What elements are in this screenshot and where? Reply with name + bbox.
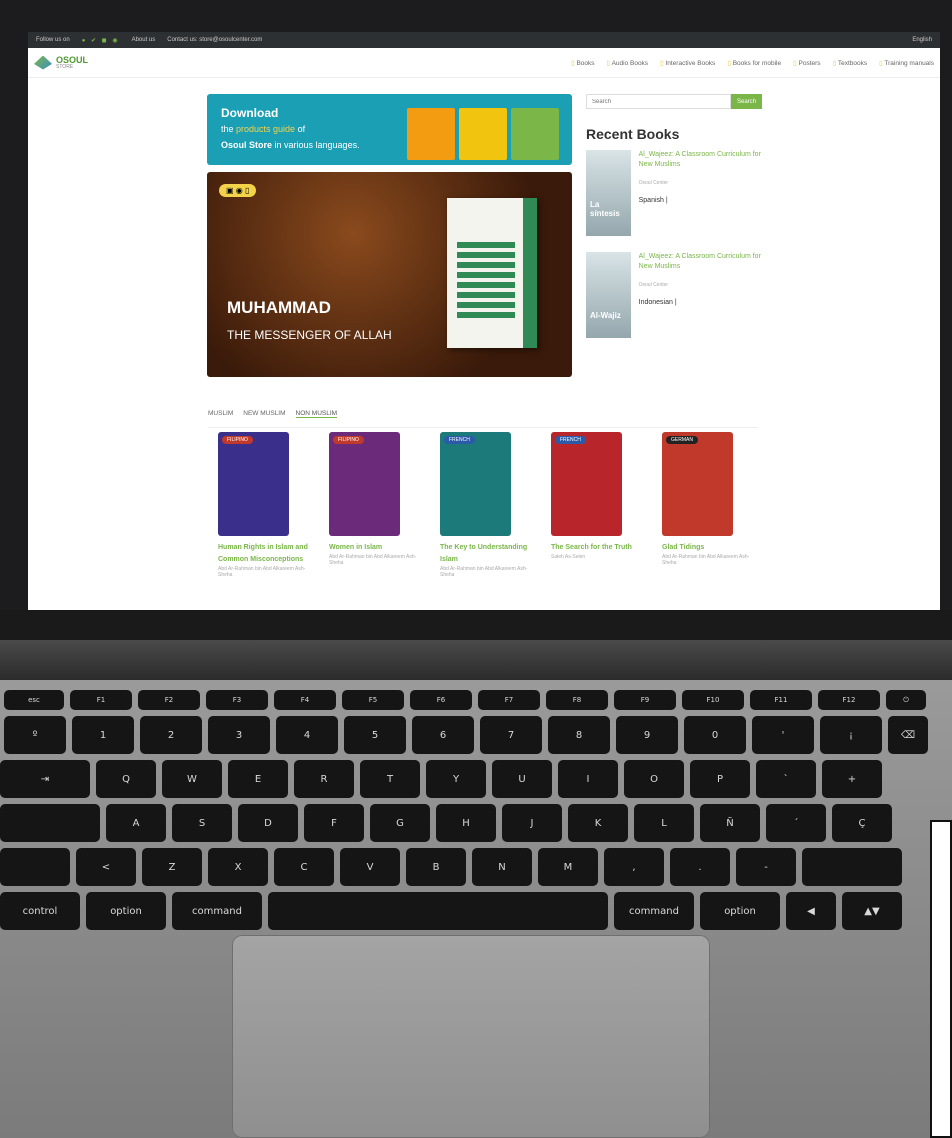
nav-books-mobile[interactable]: Books for mobile bbox=[727, 59, 781, 67]
book-card[interactable]: FRENCH The Search for the Truth Saleh As-S… bbox=[551, 432, 632, 578]
banner-line1: Download bbox=[221, 106, 279, 120]
book-title[interactable]: The Search for the Truth bbox=[551, 542, 641, 554]
book-title[interactable]: The Key to Understanding Islam bbox=[440, 542, 530, 566]
language-switch[interactable]: English bbox=[912, 37, 932, 43]
tabs-divider bbox=[208, 427, 758, 428]
book-title[interactable]: Glad Tidings bbox=[662, 542, 752, 554]
recent-book-lang: Spanish | bbox=[638, 197, 668, 204]
nav-interactive-books[interactable]: Interactive Books bbox=[660, 59, 715, 67]
recent-book-lang: Indonesian | bbox=[638, 299, 677, 306]
search-button[interactable]: Search bbox=[731, 94, 762, 109]
book-cover: FILIPINO bbox=[218, 432, 289, 536]
logo-icon bbox=[34, 55, 52, 70]
recent-book[interactable]: La síntesis Al_Wajeez: A Classroom Curri… bbox=[586, 150, 762, 236]
browser-screen: Follow us on ● ✔ ◼ ◉ About us Contact us… bbox=[28, 32, 940, 610]
main-nav: OSOULSTORE Books Audio Books Interactive… bbox=[28, 48, 940, 78]
tab-non-muslim[interactable]: NON MUSLIM bbox=[295, 410, 338, 418]
follow-label: Follow us on bbox=[36, 37, 70, 43]
book-cover: FILIPINO bbox=[329, 432, 400, 536]
about-link[interactable]: About us bbox=[132, 37, 156, 43]
recent-books-title: Recent Books bbox=[586, 126, 680, 142]
book-author: Saleh As-Selen bbox=[551, 554, 586, 560]
book-card[interactable]: FILIPINO Women in Islam Abd Ar-Rahman bin … bbox=[329, 432, 416, 578]
book-card[interactable]: FILIPINO Human Rights in Islam and Common… bbox=[218, 432, 308, 578]
nav-books[interactable]: Books bbox=[571, 59, 594, 67]
sidebar: Search Recent Books La síntesis Al_Wajee… bbox=[586, 94, 762, 354]
top-bar: Follow us on ● ✔ ◼ ◉ About us Contact us… bbox=[28, 32, 940, 48]
recent-book[interactable]: Al-Wajiz Al_Wajeez: A Classroom Curricul… bbox=[586, 252, 762, 338]
recent-book-author: Osoul Center bbox=[638, 282, 669, 288]
book-title[interactable]: Women in Islam bbox=[329, 542, 419, 554]
format-icons: ▣ ◉ ▯ bbox=[219, 184, 257, 197]
tab-new-muslim[interactable]: NEW MUSLIM bbox=[243, 410, 285, 418]
recent-book-thumb: La síntesis bbox=[586, 150, 631, 236]
book-author: Abd Ar-Rahman bin Abd Alkareem Ash-Sheha bbox=[440, 566, 528, 578]
contact-link[interactable]: Contact us: store@osoulcenter.com bbox=[167, 37, 262, 43]
banner-line2: the products guide of bbox=[221, 124, 306, 134]
book-author: Abd Ar-Rahman bin Abd Alkareem Ash-Sheha bbox=[218, 566, 306, 578]
guide-book-2 bbox=[459, 108, 507, 160]
book-card[interactable]: GERMAN Glad Tidings Abd Ar-Rahman bin Abd … bbox=[662, 432, 749, 578]
category-tabs: MUSLIM NEW MUSLIM NON MUSLIM bbox=[208, 410, 338, 418]
banner-line3: Osoul Store in various languages. bbox=[221, 140, 360, 150]
nav-textbooks[interactable]: Textbooks bbox=[833, 59, 867, 67]
book-author: Abd Ar-Rahman bin Abd Alkareem Ash-Sheha bbox=[662, 554, 750, 566]
book-title[interactable]: Human Rights in Islam and Common Misconc… bbox=[218, 542, 308, 566]
book-cover: FRENCH bbox=[551, 432, 622, 536]
book-grid: FILIPINO Human Rights in Islam and Common… bbox=[218, 432, 749, 578]
notebook bbox=[930, 820, 952, 1138]
keyboard: esc F1 F2 F3 F4 F5 F6 F7 F8 F9 F10 F11 F12 ⏻ º1234567… bbox=[0, 690, 952, 930]
recent-book-title[interactable]: Al_Wajeez: A Classroom Curriculum for Ne… bbox=[639, 150, 762, 170]
products-guide-banner[interactable]: Download the products guide of Osoul Sto… bbox=[207, 94, 572, 165]
recent-book-author: Osoul Center bbox=[638, 180, 669, 186]
slide-title: MUHAMMAD bbox=[227, 298, 331, 317]
nav-posters[interactable]: Posters bbox=[793, 59, 821, 67]
guide-book-1 bbox=[407, 108, 455, 160]
search-box: Search bbox=[586, 94, 762, 109]
book-author: Abd Ar-Rahman bin Abd Alkareem Ash-Sheha bbox=[329, 554, 417, 566]
site-logo[interactable]: OSOUL STORE bbox=[34, 54, 89, 70]
recent-book-title[interactable]: Al_Wajeez: A Classroom Curriculum for Ne… bbox=[639, 252, 762, 272]
tab-muslim[interactable]: MUSLIM bbox=[208, 410, 233, 418]
social-icons[interactable]: ● ✔ ◼ ◉ bbox=[82, 37, 120, 44]
nav-training-manuals[interactable]: Training manuals bbox=[879, 59, 934, 67]
nav-menu: Books Audio Books Interactive Books Book… bbox=[571, 59, 934, 67]
book-cover bbox=[447, 198, 537, 348]
guide-book-3 bbox=[511, 108, 559, 160]
trackpad bbox=[232, 935, 710, 1138]
book-card[interactable]: FRENCH The Key to Understanding Islam Abd … bbox=[440, 432, 527, 578]
book-cover: GERMAN bbox=[662, 432, 733, 536]
slide-subtitle: THE MESSENGER OF ALLAH bbox=[227, 328, 392, 342]
logo-name: OSOUL bbox=[56, 54, 89, 65]
nav-audio-books[interactable]: Audio Books bbox=[607, 59, 649, 67]
screen-bezel bbox=[0, 610, 952, 640]
hero-slider[interactable]: ▣ ◉ ▯ MUHAMMAD THE MESSENGER OF ALLAH bbox=[207, 172, 572, 377]
recent-book-thumb: Al-Wajiz bbox=[586, 252, 631, 338]
search-input[interactable] bbox=[586, 94, 731, 109]
book-cover: FRENCH bbox=[440, 432, 511, 536]
laptop-hinge bbox=[0, 640, 952, 680]
